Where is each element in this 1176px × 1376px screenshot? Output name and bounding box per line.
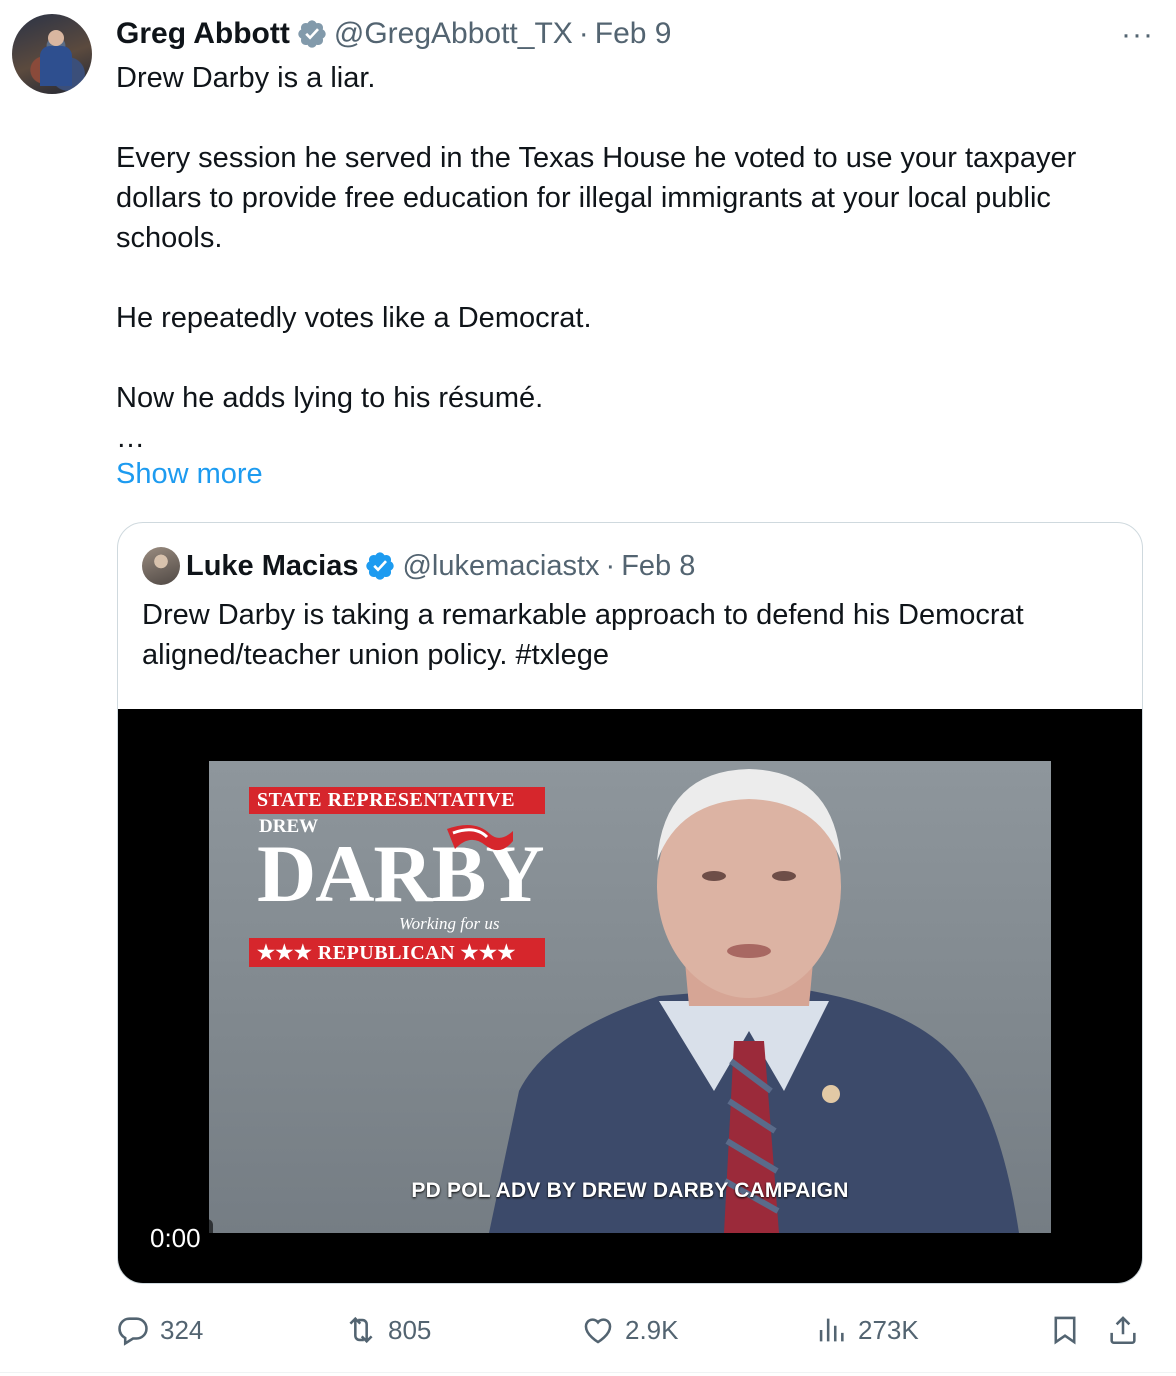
- repost-icon: [349, 1316, 373, 1344]
- verified-badge-icon: [364, 550, 396, 582]
- views-button[interactable]: 273K: [814, 1306, 919, 1354]
- quoted-tweet-header: Luke Macias @lukemaciastx · Feb 8: [142, 547, 695, 585]
- campaign-logo: STATE REPRESENTATIVE DREW DARBY Working …: [249, 787, 549, 967]
- author-name[interactable]: Greg Abbott: [116, 17, 290, 51]
- verified-badge-icon: [296, 18, 328, 50]
- tweet-date[interactable]: Feb 9: [595, 17, 672, 51]
- quoted-author-name: Luke Macias: [186, 549, 359, 582]
- share-icon: [1110, 1316, 1136, 1345]
- video-speaker-figure: [489, 769, 1019, 1233]
- quoted-tweet-date: Feb 8: [621, 549, 696, 582]
- views-count: 273K: [858, 1314, 919, 1345]
- video-timer: 0:00: [138, 1219, 213, 1258]
- avatar-figure-body: [40, 46, 72, 86]
- reply-icon: [118, 1317, 148, 1346]
- author-handle[interactable]: @GregAbbott_TX: [334, 17, 573, 51]
- quoted-author-avatar: [142, 547, 180, 585]
- quoted-author-handle: @lukemaciastx: [402, 549, 600, 582]
- like-button[interactable]: 2.9K: [581, 1306, 679, 1354]
- logo-top-banner: STATE REPRESENTATIVE: [249, 787, 545, 814]
- video-frame: STATE REPRESENTATIVE DREW DARBY Working …: [209, 761, 1051, 1233]
- tweet-header: Greg Abbott @GregAbbott_TX · Feb 9: [116, 14, 672, 54]
- author-avatar[interactable]: [12, 14, 92, 94]
- separator-dot: ·: [578, 17, 589, 50]
- avatar-figure-head: [48, 30, 64, 46]
- separator-dot: ·: [605, 549, 616, 582]
- quoted-tweet[interactable]: Luke Macias @lukemaciastx · Feb 8 Drew D…: [117, 522, 1143, 1284]
- repost-count: 805: [388, 1314, 432, 1345]
- tweet-text: Drew Darby is a liar. Every session he s…: [116, 62, 1077, 454]
- bookmark-button[interactable]: [1048, 1306, 1082, 1354]
- reply-count: 324: [160, 1314, 204, 1345]
- bookmark-icon: [1054, 1316, 1076, 1345]
- video-disclaimer: PD POL ADV BY DREW DARBY CAMPAIGN: [411, 1179, 849, 1202]
- like-count: 2.9K: [625, 1314, 679, 1345]
- share-button[interactable]: [1106, 1306, 1140, 1354]
- tweet-action-bar: 324 805 2.9K 273K: [116, 1306, 1156, 1354]
- views-chart-icon: [819, 1318, 844, 1342]
- quoted-tweet-text: Drew Darby is taking a remarkable approa…: [142, 599, 1024, 671]
- show-more-link[interactable]: Show more: [116, 458, 263, 491]
- logo-party-banner: ★★★ REPUBLICAN ★★★: [249, 938, 545, 967]
- heart-icon: [584, 1318, 612, 1344]
- video-player[interactable]: STATE REPRESENTATIVE DREW DARBY Working …: [118, 709, 1142, 1283]
- repost-button[interactable]: 805: [344, 1306, 431, 1354]
- logo-flag-icon: [447, 825, 513, 851]
- ellipsis-icon[interactable]: ···: [1121, 18, 1154, 52]
- reply-button[interactable]: 324: [116, 1306, 203, 1354]
- tweet-divider: [0, 1372, 1176, 1373]
